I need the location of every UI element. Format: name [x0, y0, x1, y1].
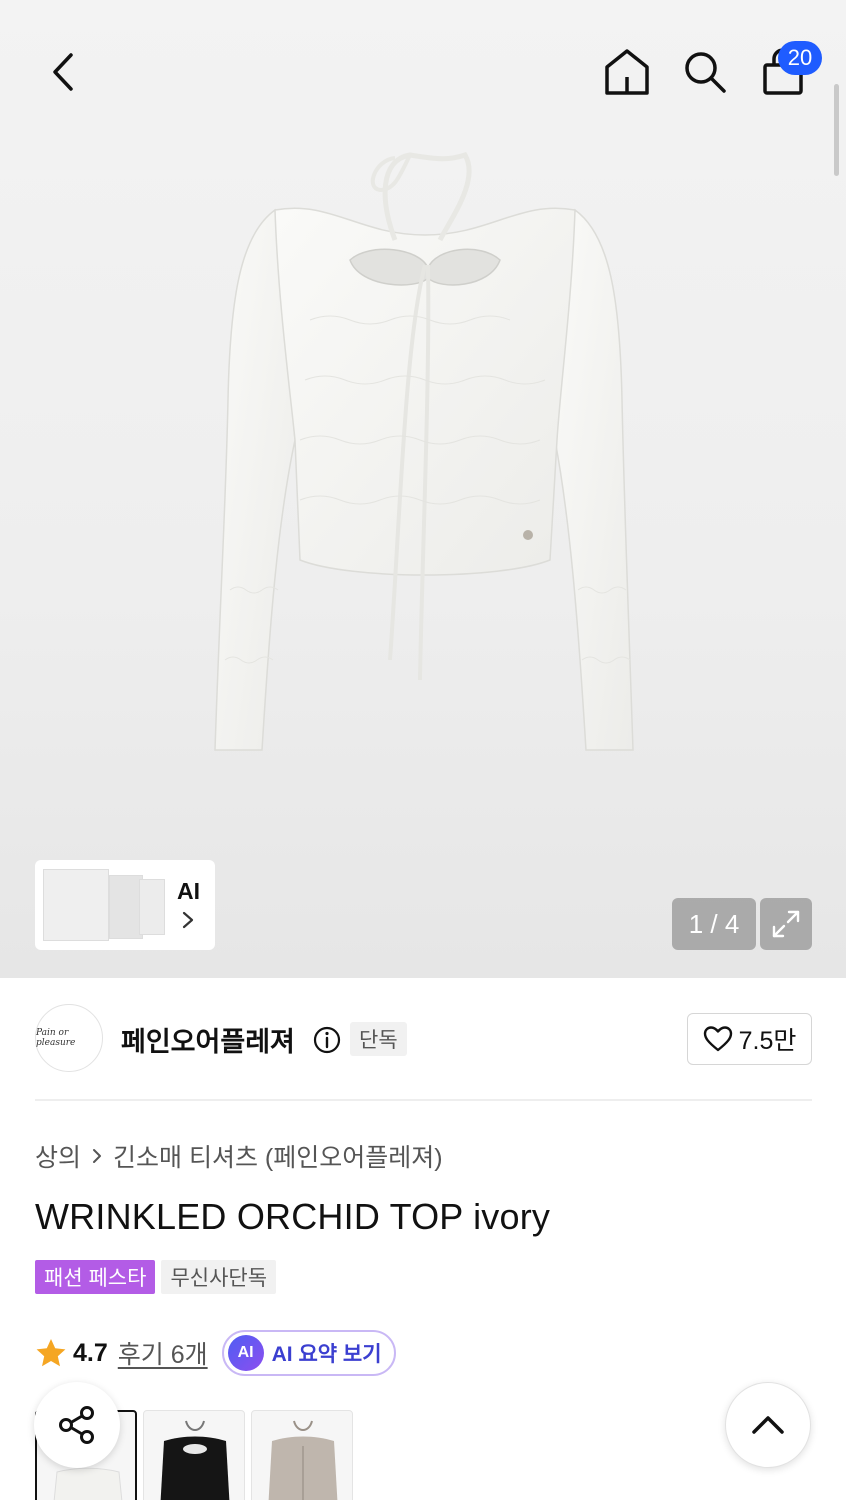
brand-info-button[interactable]	[313, 1026, 341, 1059]
top-navigation-bar: 20	[0, 0, 846, 140]
brand-row: Pain or pleasure 페인오어플레져 단독 7.5만	[35, 1004, 812, 1074]
share-icon	[59, 1406, 94, 1444]
info-icon	[313, 1026, 341, 1054]
home-button[interactable]	[600, 44, 654, 100]
chevron-left-icon	[53, 53, 73, 91]
scrollbar[interactable]	[834, 84, 839, 176]
scroll-to-top-button[interactable]	[725, 1382, 811, 1468]
rating-value: 4.7	[73, 1338, 108, 1367]
ai-label: AI	[177, 878, 200, 904]
ai-thumbnail	[43, 869, 109, 941]
heart-icon	[703, 1026, 732, 1052]
ai-summary-button[interactable]: AI AI 요약 보기	[221, 1330, 396, 1376]
share-button[interactable]	[34, 1382, 120, 1468]
breadcrumb-category[interactable]: 상의	[35, 1138, 81, 1174]
color-option-image	[160, 1420, 230, 1500]
product-image-gallery[interactable]: 20 AI 1 / 4	[0, 0, 846, 978]
like-button[interactable]: 7.5만	[687, 1013, 812, 1065]
brand-logo-text: Pain or pleasure	[36, 1028, 76, 1048]
product-tags: 패션 페스타 무신사단독	[35, 1260, 277, 1294]
cart-count-badge: 20	[778, 41, 822, 75]
reviews-link[interactable]: 후기 6개	[118, 1335, 208, 1371]
ai-badge-icon: AI	[227, 1335, 264, 1371]
chevron-right-icon	[182, 911, 194, 929]
color-option-grey[interactable]	[251, 1410, 353, 1500]
breadcrumb: 상의 긴소매 티셔츠 (페인오어플레져)	[35, 1138, 443, 1174]
brand-name[interactable]: 페인오어플레져	[121, 1020, 295, 1059]
ai-thumbnail	[139, 879, 165, 935]
chevron-right-icon	[93, 1149, 102, 1163]
like-count: 7.5만	[738, 1027, 797, 1055]
chevron-up-icon	[752, 1416, 784, 1434]
product-photo	[214, 151, 634, 751]
color-option-black[interactable]	[143, 1410, 245, 1500]
star-icon	[36, 1339, 66, 1367]
ai-thumbnail	[109, 875, 143, 939]
ai-thumbnail-stack	[39, 865, 169, 945]
expand-image-button[interactable]	[760, 898, 812, 950]
product-title: WRINKLED ORCHID TOP ivory	[35, 1196, 551, 1237]
ai-summary-label: AI 요약 보기	[271, 1343, 382, 1366]
tag-fashion-festa: 패션 페스타	[35, 1260, 156, 1294]
search-icon	[685, 52, 726, 93]
search-button[interactable]	[678, 44, 732, 100]
color-option-image	[268, 1420, 338, 1500]
brand-exclusive-badge: 단독	[350, 1022, 407, 1056]
ai-lookbook-button[interactable]: AI	[35, 860, 215, 950]
home-icon	[605, 49, 649, 95]
brand-logo[interactable]: Pain or pleasure	[35, 1004, 103, 1072]
tag-musinsa-exclusive: 무신사단독	[161, 1260, 277, 1294]
rating-row: 4.7 후기 6개 AI AI 요약 보기	[35, 1330, 396, 1376]
expand-icon	[772, 910, 800, 938]
divider	[35, 1099, 812, 1101]
image-pager: 1 / 4	[672, 898, 756, 950]
breadcrumb-subcategory[interactable]: 긴소매 티셔츠 (페인오어플레져)	[113, 1138, 443, 1174]
back-button[interactable]	[36, 44, 88, 100]
